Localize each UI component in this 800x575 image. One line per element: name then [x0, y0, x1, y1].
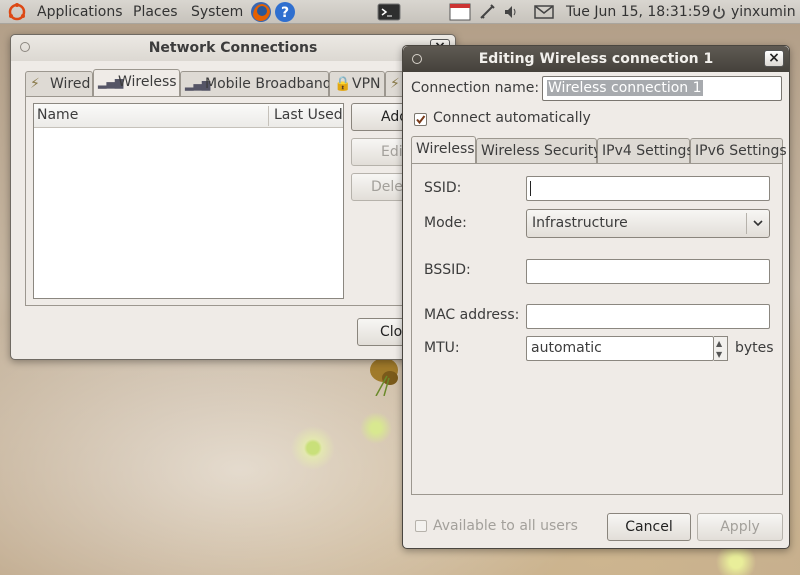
mtu-unit: bytes	[735, 340, 774, 356]
column-divider	[268, 106, 269, 126]
applications-menu[interactable]: Applications	[37, 3, 123, 21]
chevron-down-icon	[751, 216, 765, 230]
tab-ipv6-label: IPv6 Settings	[695, 143, 787, 159]
connect-auto-label[interactable]: Connect automatically	[433, 110, 591, 126]
apply-label: Apply	[720, 519, 760, 535]
display-icon[interactable]	[449, 3, 471, 21]
edit-close-icon[interactable]: ×	[764, 50, 784, 67]
nc-tabbar: ⚡ Wired ▂▄▆Wireless ▂▄▆Mobile Broadband 🔒…	[25, 69, 425, 97]
edit-title: Editing Wireless connection 1	[478, 51, 714, 67]
svg-text:?: ?	[281, 5, 289, 21]
lock-icon: 🔒	[334, 76, 352, 92]
apply-button[interactable]: Apply	[697, 513, 783, 541]
help-icon[interactable]: ?	[274, 1, 296, 23]
tab-wireless-security-label: Wireless Security	[481, 143, 602, 159]
terminal-icon[interactable]	[377, 3, 401, 21]
mtu-label: MTU:	[424, 340, 460, 356]
nc-titlebar[interactable]: Network Connections	[11, 35, 455, 61]
column-name[interactable]: Name	[37, 107, 78, 123]
tab-mobile-broadband-label: Mobile Broadband	[205, 76, 332, 92]
text-cursor	[530, 181, 531, 196]
dsl-icon: ⚡	[390, 76, 400, 92]
mobile-signal-icon: ▂▄▆	[185, 78, 211, 91]
edit-titlebar[interactable]: Editing Wireless connection 1	[403, 46, 789, 72]
connection-name-label: Connection name:	[411, 80, 540, 96]
edit-menu-dot[interactable]	[412, 54, 422, 64]
list-header: Name Last Used	[34, 104, 343, 128]
edit-tab-panel: SSID: Mode: Infrastructure BSSID: MAC ad…	[411, 163, 783, 495]
edit-connection-window: Editing Wireless connection 1 × Connecti…	[402, 45, 790, 549]
connection-name-field[interactable]: Wireless connection 1	[542, 76, 782, 101]
tab-wireless-settings[interactable]: Wireless	[411, 136, 476, 163]
connection-list[interactable]: Name Last Used	[33, 103, 344, 299]
mode-dropdown[interactable]: Infrastructure	[526, 209, 770, 238]
mac-address-label: MAC address:	[424, 307, 520, 323]
mtu-field[interactable]: automatic	[526, 336, 714, 361]
cancel-button[interactable]: Cancel	[607, 513, 691, 541]
dropdown-divider	[746, 213, 747, 234]
available-all-label[interactable]: Available to all users	[433, 518, 578, 534]
tab-wired[interactable]: ⚡ Wired	[25, 71, 93, 96]
network-connections-window: Network Connections × ⚡Wired ▂▄▆Wireless…	[10, 34, 456, 360]
tab-vpn-label: VPN	[352, 76, 381, 92]
edit-tabbar: Wireless Wireless Security IPv4 Settings…	[411, 136, 787, 164]
cancel-label: Cancel	[625, 519, 673, 535]
tab-ipv4-label: IPv4 Settings	[602, 143, 694, 159]
connection-name-value: Wireless connection 1	[547, 80, 703, 96]
mtu-value: automatic	[531, 340, 602, 356]
wallpaper-butterfly	[362, 356, 402, 397]
bssid-label: BSSID:	[424, 262, 471, 278]
wireless-signal-icon: ▂▄▆	[98, 76, 124, 89]
tab-wireless-security[interactable]: Wireless Security	[476, 138, 602, 163]
nc-title: Network Connections	[148, 40, 318, 56]
power-icon[interactable]	[712, 3, 726, 21]
connect-auto-checkbox[interactable]	[414, 113, 427, 126]
tab-ipv4-settings[interactable]: IPv4 Settings	[597, 138, 694, 163]
places-menu[interactable]: Places	[133, 3, 178, 21]
top-panel: Applications Places System ? Tue Jun 15,…	[0, 0, 800, 24]
tab-ipv6-settings[interactable]: IPv6 Settings	[690, 138, 787, 163]
chevron-up-icon[interactable]: ▲	[716, 339, 722, 348]
tab-mobile-broadband[interactable]: ▂▄▆Mobile Broadband	[180, 71, 332, 96]
mac-address-field[interactable]	[526, 304, 770, 329]
tab-wired-label: Wired	[50, 76, 91, 92]
tab-vpn[interactable]: 🔒VPN	[329, 71, 385, 96]
mtu-stepper[interactable]: ▲ ▼	[714, 336, 728, 361]
mode-label: Mode:	[424, 215, 467, 231]
clock[interactable]: Tue Jun 15, 18:31:59	[566, 3, 710, 21]
nc-menu-dot[interactable]	[20, 42, 30, 52]
tab-wireless[interactable]: ▂▄▆Wireless	[93, 69, 180, 96]
volume-icon[interactable]	[503, 3, 521, 21]
column-last-used[interactable]: Last Used	[274, 107, 343, 123]
user-menu[interactable]: yinxumin	[731, 3, 796, 21]
nc-tab-panel: Name Last Used Add Edit Delete	[25, 96, 445, 306]
firefox-icon[interactable]	[250, 1, 272, 23]
chevron-down-small-icon[interactable]: ▼	[716, 350, 722, 359]
network-icon[interactable]	[478, 3, 496, 21]
ssid-field[interactable]	[526, 176, 770, 201]
tab-wireless-settings-label: Wireless	[416, 141, 475, 157]
mode-value: Infrastructure	[532, 215, 628, 231]
system-menu[interactable]: System	[191, 3, 243, 21]
ssid-label: SSID:	[424, 180, 462, 196]
wired-icon: ⚡	[30, 76, 40, 92]
ubuntu-logo-icon[interactable]	[8, 3, 26, 21]
mail-icon[interactable]	[534, 3, 554, 21]
tab-wireless-label: Wireless	[118, 74, 177, 90]
bssid-field[interactable]	[526, 259, 770, 284]
available-all-checkbox[interactable]	[415, 520, 427, 532]
